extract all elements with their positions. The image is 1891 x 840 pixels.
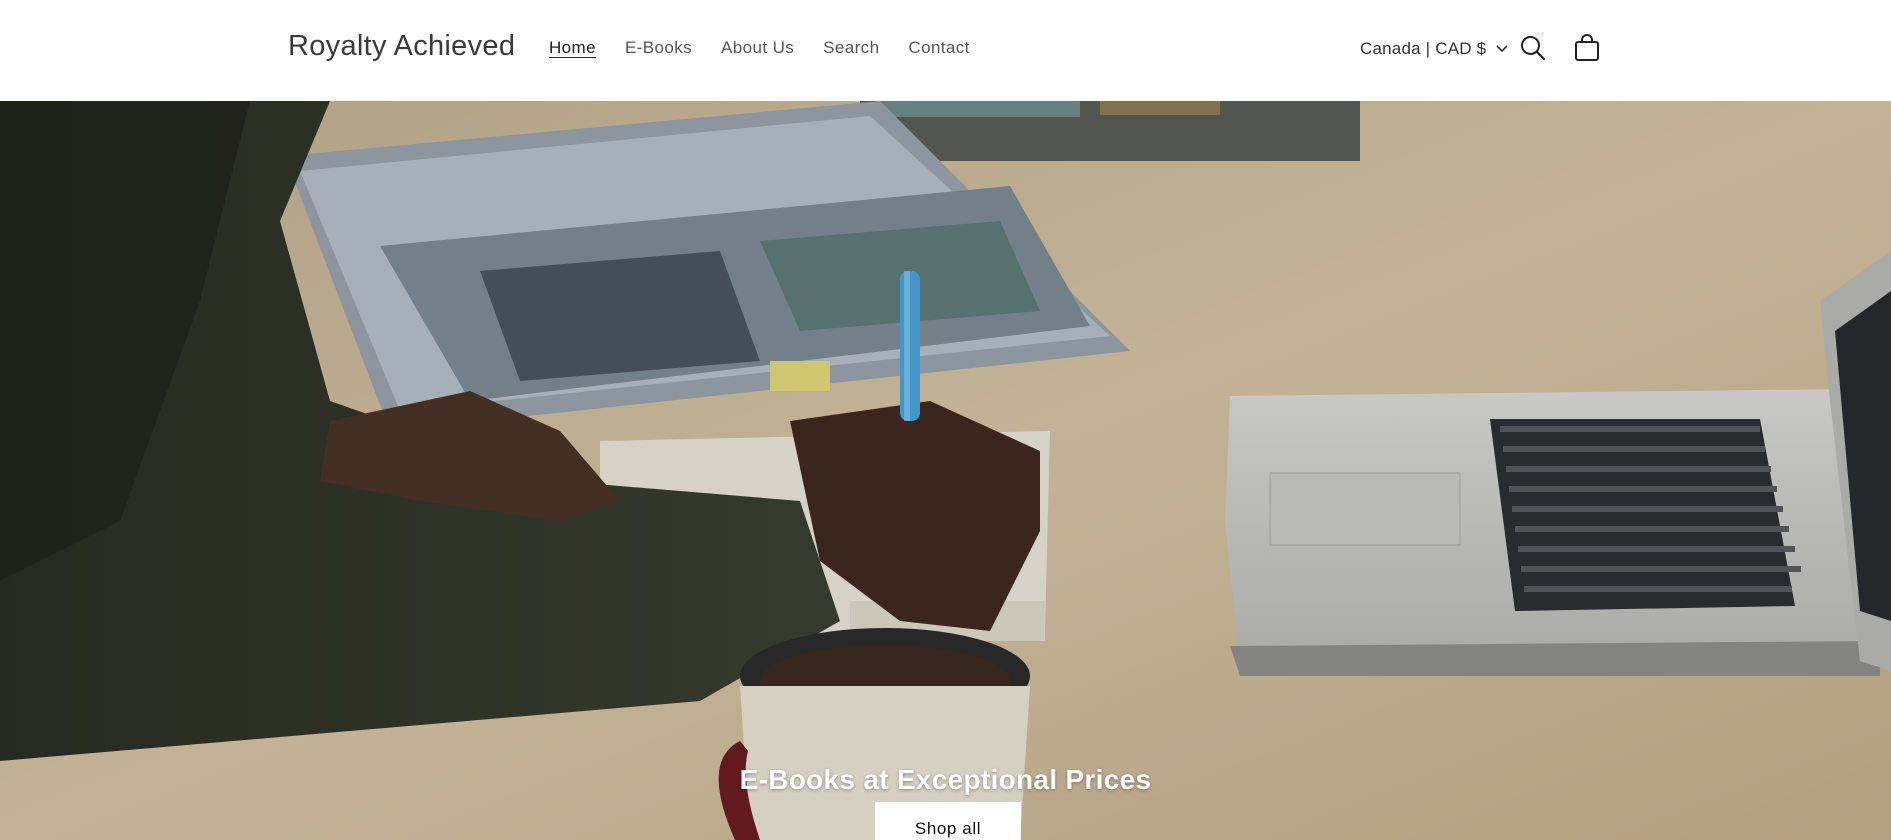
cart-icon: [1575, 34, 1599, 61]
main-nav: Home E-Books About Us Search Contact: [549, 38, 999, 58]
chevron-down-icon: [1496, 45, 1508, 53]
site-logo[interactable]: Royalty Achieved: [288, 30, 515, 63]
nav-item-contact[interactable]: Contact: [908, 38, 969, 58]
country-currency-label: Canada | CAD $: [1360, 39, 1487, 58]
shop-all-button[interactable]: Shop all: [875, 802, 1021, 840]
nav-item-home[interactable]: Home: [549, 38, 596, 58]
search-icon: [1521, 36, 1546, 61]
cart-button[interactable]: [1572, 33, 1602, 63]
nav-item-e-books[interactable]: E-Books: [625, 38, 692, 58]
site-header: Royalty Achieved Home E-Books About Us S…: [0, 0, 1891, 101]
hero-image: [0, 101, 1891, 840]
nav-item-search[interactable]: Search: [823, 38, 879, 58]
hero-banner: E-Books at Exceptional Prices Shop all: [0, 101, 1891, 840]
search-button[interactable]: [1518, 33, 1548, 63]
nav-item-about-us[interactable]: About Us: [721, 38, 794, 58]
hero-heading: E-Books at Exceptional Prices: [739, 764, 1152, 796]
country-currency-selector[interactable]: Canada | CAD $: [1360, 39, 1508, 59]
